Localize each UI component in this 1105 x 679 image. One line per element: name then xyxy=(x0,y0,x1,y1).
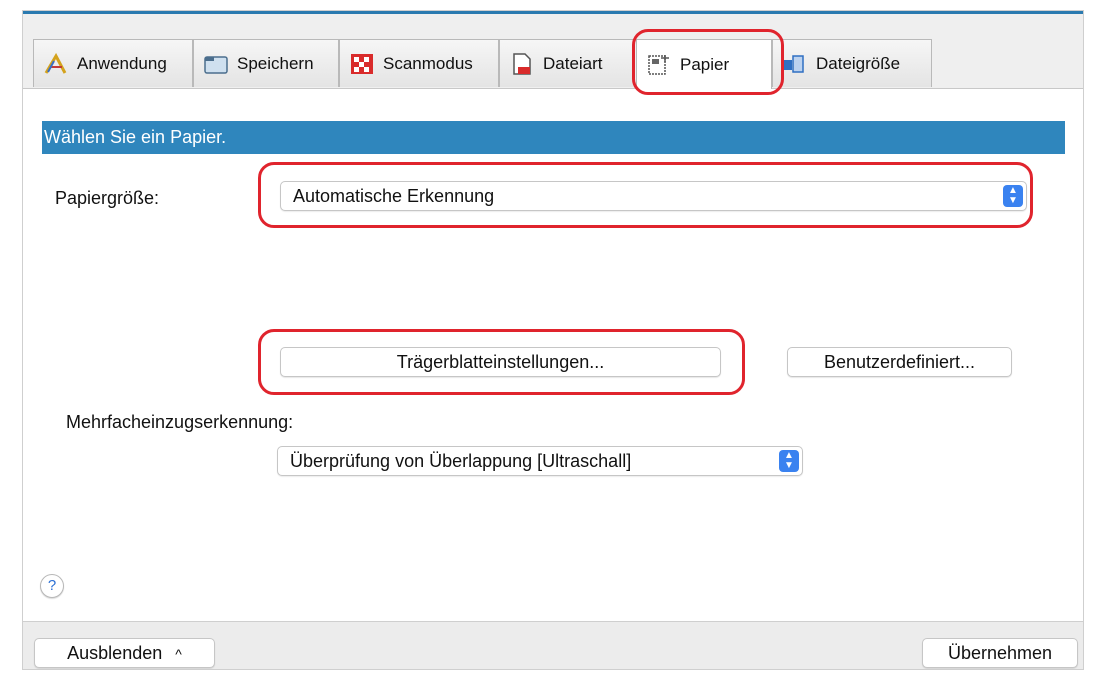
custom-size-button[interactable]: Benutzerdefiniert... xyxy=(787,347,1012,377)
application-icon xyxy=(44,52,68,75)
tab-papier[interactable]: Papier xyxy=(636,39,772,89)
chevron-updown-icon: ▲ ▼ xyxy=(779,450,799,472)
tab-label: Papier xyxy=(680,54,730,74)
carrier-sheet-settings-button[interactable]: Trägerblatteinstellungen... xyxy=(280,347,721,377)
hide-button[interactable]: Ausblenden ^ xyxy=(34,638,215,668)
section-header: Wählen Sie ein Papier. xyxy=(42,121,1065,154)
tab-label: Speichern xyxy=(237,53,314,73)
tab-bar: Anwendung Speichern Scanmodus Dateiart P… xyxy=(23,11,1083,89)
scanner-settings-window: Anwendung Speichern Scanmodus Dateiart P… xyxy=(22,10,1084,670)
tab-label: Scanmodus xyxy=(383,53,473,73)
multifeed-value: Überprüfung von Überlappung [Ultraschall… xyxy=(290,451,632,471)
multifeed-select[interactable]: Überprüfung von Überlappung [Ultraschall… xyxy=(277,446,803,476)
paper-icon xyxy=(647,54,671,76)
title-accent-line xyxy=(23,11,1083,14)
paper-size-label: Papiergröße: xyxy=(55,188,160,208)
hide-button-label: Ausblenden xyxy=(67,643,163,663)
file-size-icon xyxy=(783,53,807,75)
paper-size-value: Automatische Erkennung xyxy=(293,186,495,206)
tab-dateiart[interactable]: Dateiart xyxy=(499,39,635,87)
chevron-up-icon: ^ xyxy=(175,646,182,662)
tab-speichern[interactable]: Speichern xyxy=(193,39,339,87)
paper-size-select[interactable]: Automatische Erkennung ▲ ▼ xyxy=(280,181,1027,211)
tab-anwendung[interactable]: Anwendung xyxy=(33,39,193,87)
help-icon: ? xyxy=(47,577,57,594)
file-type-icon xyxy=(510,52,534,75)
tab-label: Dateigröße xyxy=(816,53,901,73)
multifeed-label: Mehrfacheinzugserkennung: xyxy=(66,412,294,432)
apply-button[interactable]: Übernehmen xyxy=(922,638,1078,668)
tab-label: Anwendung xyxy=(77,53,167,73)
help-button[interactable]: ? xyxy=(40,574,64,598)
tab-label: Dateiart xyxy=(543,53,603,73)
folder-icon xyxy=(204,53,228,75)
tab-scanmodus[interactable]: Scanmodus xyxy=(339,39,499,87)
bottom-bar: Ausblenden ^ Übernehmen xyxy=(23,621,1083,669)
scan-mode-icon xyxy=(350,53,374,75)
tab-dateigroesse[interactable]: Dateigröße xyxy=(772,39,932,87)
chevron-updown-icon: ▲ ▼ xyxy=(1003,185,1023,207)
